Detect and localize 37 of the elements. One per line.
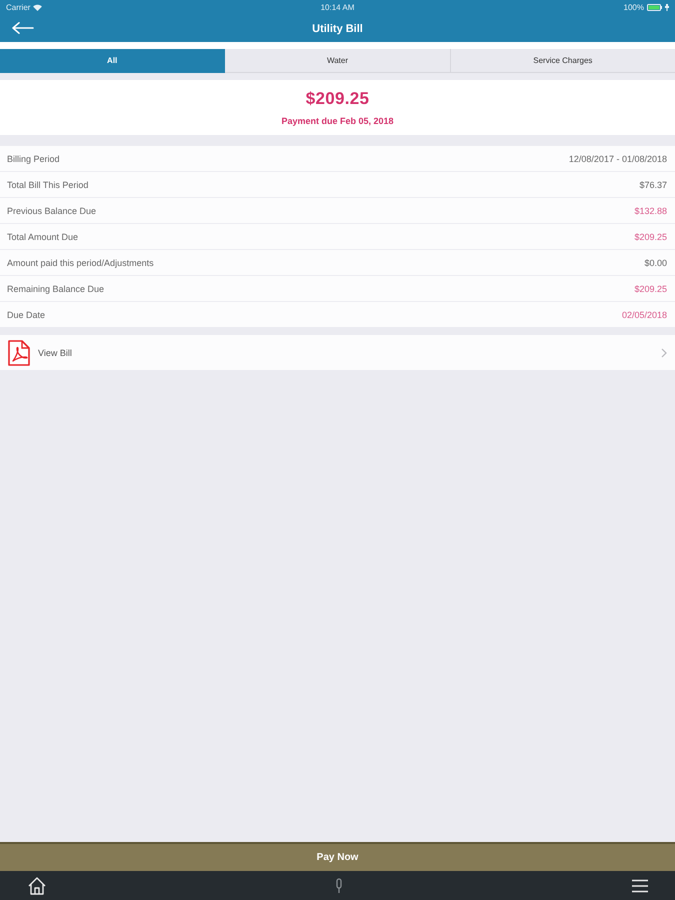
detail-label: Billing Period <box>7 154 60 164</box>
detail-value: $209.25 <box>634 232 667 242</box>
chevron-right-icon <box>661 348 667 358</box>
detail-label: Remaining Balance Due <box>7 284 104 294</box>
detail-value: $209.25 <box>634 284 667 294</box>
detail-value: $0.00 <box>644 258 667 268</box>
home-button[interactable] <box>28 876 46 894</box>
detail-value: 02/05/2018 <box>622 310 667 320</box>
microphone-button[interactable] <box>335 878 343 894</box>
payment-due-text: Payment due Feb 05, 2018 <box>281 116 394 126</box>
detail-value: $76.37 <box>639 180 667 190</box>
pay-now-button[interactable]: Pay Now <box>0 842 675 871</box>
microphone-icon <box>335 878 343 894</box>
detail-label: Total Bill This Period <box>7 180 88 190</box>
detail-label: Previous Balance Due <box>7 206 96 216</box>
screen-title: Utility Bill <box>312 23 363 35</box>
menu-button[interactable] <box>632 878 648 892</box>
battery-percent: 100% <box>624 2 644 12</box>
charging-icon <box>665 4 669 10</box>
pdf-file-icon <box>8 340 30 366</box>
detail-label: Total Amount Due <box>7 232 78 242</box>
total-amount: $209.25 <box>306 89 370 109</box>
detail-value: 12/08/2017 - 01/08/2018 <box>568 154 667 164</box>
battery-icon <box>647 4 662 10</box>
back-arrow-icon <box>12 22 34 34</box>
filter-tab[interactable]: Water <box>225 49 451 73</box>
back-button[interactable] <box>10 20 36 36</box>
carrier-text: Carrier <box>6 2 30 12</box>
wifi-icon <box>33 4 42 10</box>
filter-tab[interactable]: All <box>0 49 226 73</box>
detail-value: $132.88 <box>634 206 667 216</box>
clock-time: 10:14 AM <box>320 2 354 12</box>
home-icon <box>28 876 46 894</box>
detail-label: Amount paid this period/Adjustments <box>7 258 154 268</box>
menu-icon <box>632 878 648 892</box>
detail-label: Due Date <box>7 310 46 320</box>
view-bill-link[interactable]: View Bill <box>0 335 675 370</box>
